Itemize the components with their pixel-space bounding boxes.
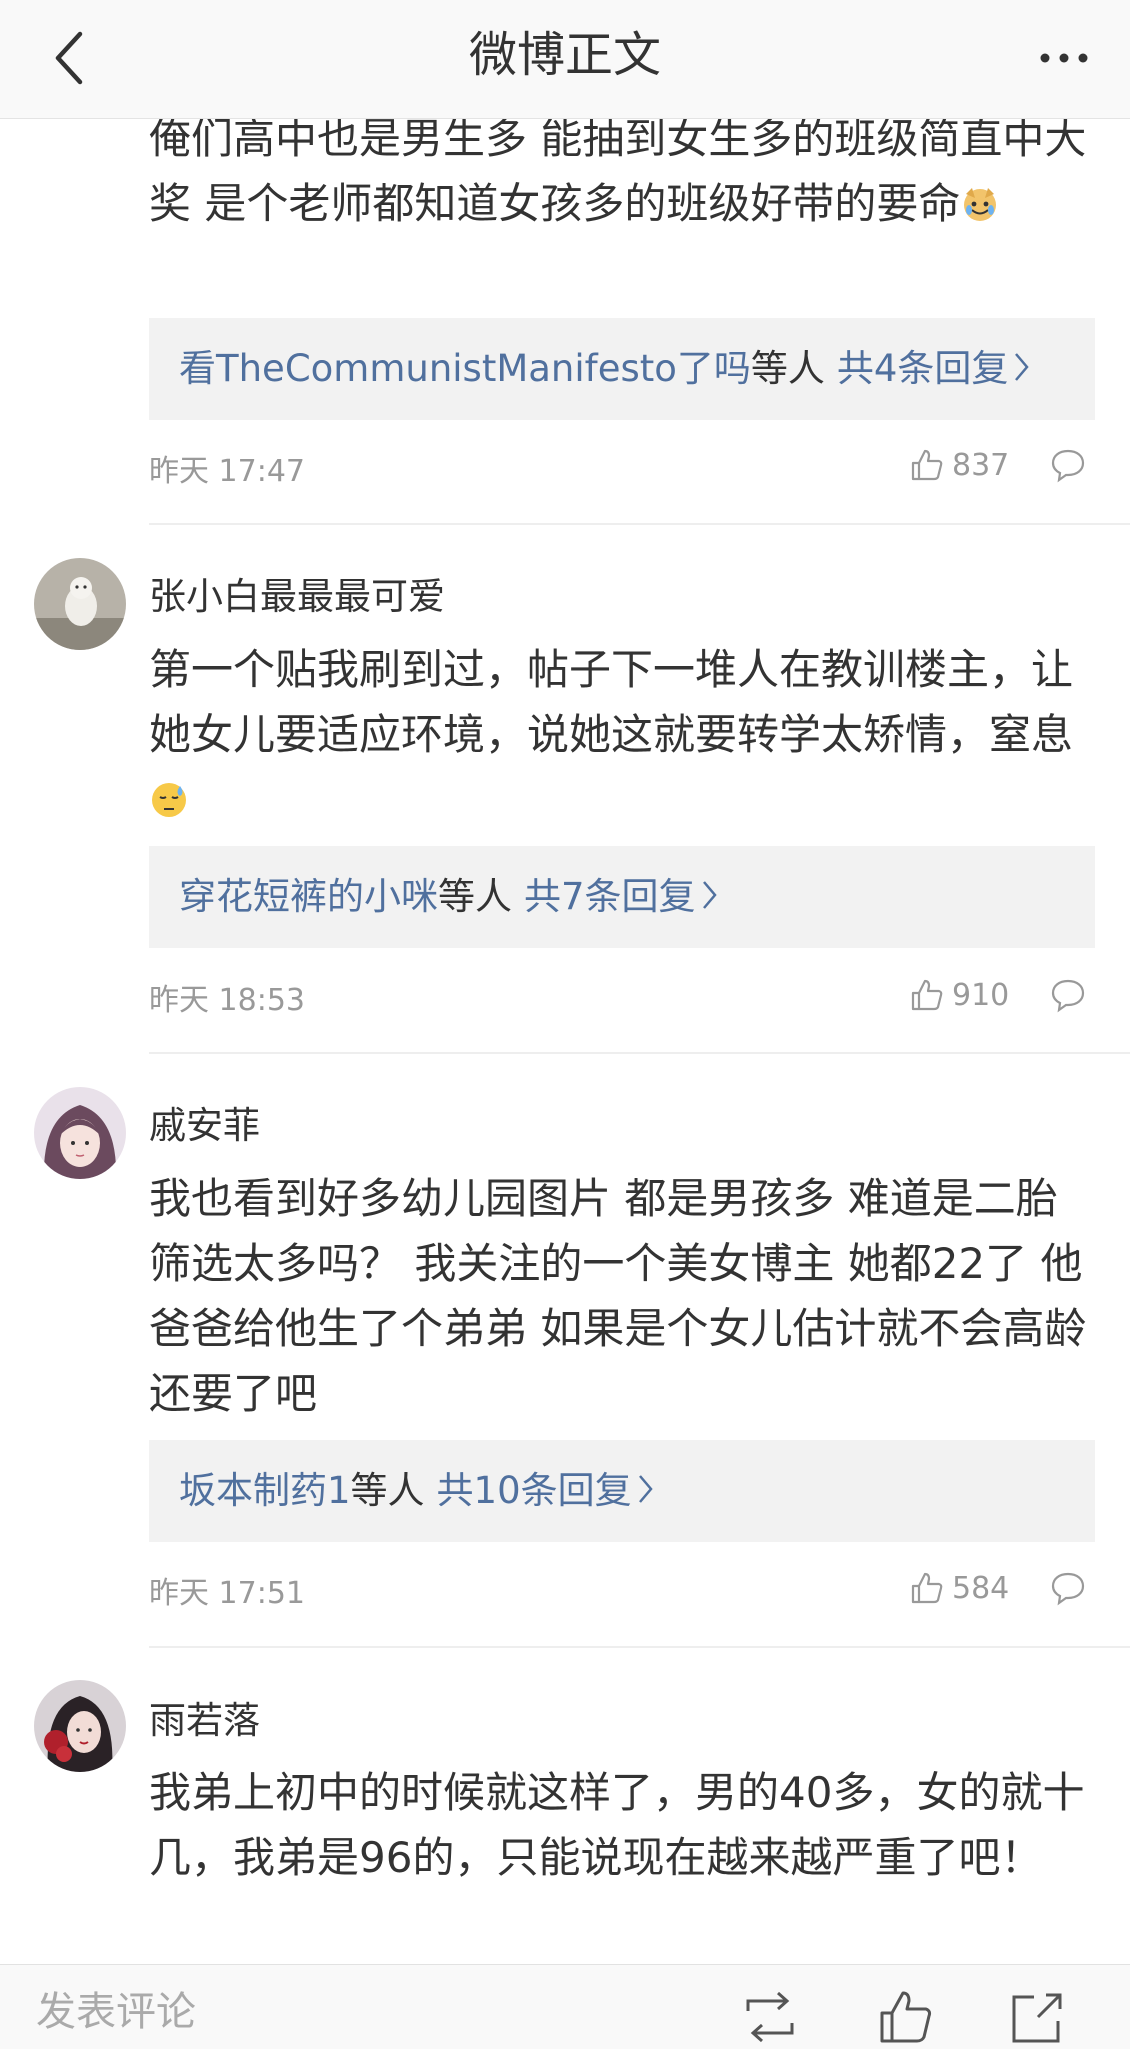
cry-laugh-dog-emoji — [960, 177, 1000, 242]
repost-icon[interactable] — [740, 1987, 800, 2047]
page-title: 微博正文 — [468, 27, 661, 83]
like-count: 584 — [952, 1570, 1010, 1606]
avatar[interactable] — [34, 558, 126, 650]
reply-count-link[interactable]: 共4条回复 — [837, 347, 1009, 390]
avatar[interactable] — [34, 1087, 126, 1179]
comment-icon[interactable] — [1050, 447, 1086, 483]
chevron-right-icon — [700, 848, 718, 950]
comment-text: 我弟上初中的时候就这样了，男的40多，女的就十几，我弟是96的，只能说现在越来越… — [149, 1768, 1085, 1882]
reply-count-link[interactable]: 共10条回复 — [437, 1469, 632, 1512]
divider — [149, 523, 1130, 525]
comment-text: 俺们高中也是男生多 能抽到女生多的班级简直中大奖 是个老师都知道女孩多的班级好带… — [149, 106, 1089, 242]
avatar[interactable] — [34, 1680, 126, 1772]
reply-connector: 等人 — [750, 347, 825, 390]
sweat-emoji — [149, 773, 189, 838]
thumbs-up-icon — [911, 979, 943, 1011]
chevron-right-icon — [1012, 320, 1030, 422]
like-button[interactable]: 584 — [910, 1566, 1010, 1610]
comment-time: 昨天 17:47 — [149, 454, 305, 489]
comment-username[interactable]: 雨若落 — [149, 1690, 260, 1744]
more-button[interactable] — [1024, 18, 1104, 98]
chevron-right-icon — [636, 1442, 654, 1544]
replies-box[interactable]: 坂本制药1等人 共10条回复 — [149, 1440, 1095, 1542]
reply-usernames[interactable]: 看TheCommunistManifesto了吗 — [179, 347, 751, 390]
reply-usernames[interactable]: 坂本制药1 — [179, 1469, 351, 1512]
thumbs-up-icon[interactable] — [876, 1987, 936, 2047]
comment-text: 我也看到好多幼儿园图片 都是男孩多 难道是二胎筛选太多吗？ 我关注的一个美女博主… — [149, 1174, 1087, 1418]
more-dots-icon — [1040, 53, 1088, 63]
comment-icon[interactable] — [1050, 1570, 1086, 1606]
like-count: 837 — [952, 447, 1010, 483]
replies-box[interactable]: 看TheCommunistManifesto了吗等人 共4条回复 — [149, 318, 1095, 420]
thumbs-up-icon — [911, 1572, 943, 1604]
comment-username[interactable]: 戚安菲 — [149, 1095, 260, 1149]
divider — [149, 1052, 1130, 1054]
navigation-bar: 微博正文 — [0, 0, 1130, 119]
like-button[interactable]: 910 — [910, 973, 1010, 1017]
divider — [149, 1646, 1130, 1648]
compose-comment-input[interactable]: 发表评论 — [36, 1979, 196, 2037]
reply-count-link[interactable]: 共7条回复 — [524, 875, 696, 918]
comment-username[interactable]: 张小白最最最可爱 — [149, 566, 445, 620]
reply-connector: 等人 — [438, 875, 512, 918]
comment-icon[interactable] — [1050, 977, 1086, 1013]
comment-text: 第一个贴我刷到过，帖子下一堆人在教训楼主，让她女儿要适应环境，说她这就要转学太矫… — [149, 637, 1089, 838]
like-count: 910 — [952, 977, 1010, 1013]
reply-connector: 等人 — [350, 1469, 425, 1512]
comment-time: 昨天 18:53 — [149, 983, 305, 1018]
like-button[interactable]: 837 — [910, 443, 1010, 487]
reply-usernames[interactable]: 穿花短裤的小咪 — [179, 875, 438, 918]
thumbs-up-icon — [911, 449, 943, 481]
replies-box[interactable]: 穿花短裤的小咪等人 共7条回复 — [149, 846, 1095, 948]
share-icon[interactable] — [1008, 1987, 1068, 2047]
comment-time: 昨天 17:51 — [149, 1576, 305, 1611]
bottom-toolbar: 发表评论 — [0, 1964, 1130, 2049]
